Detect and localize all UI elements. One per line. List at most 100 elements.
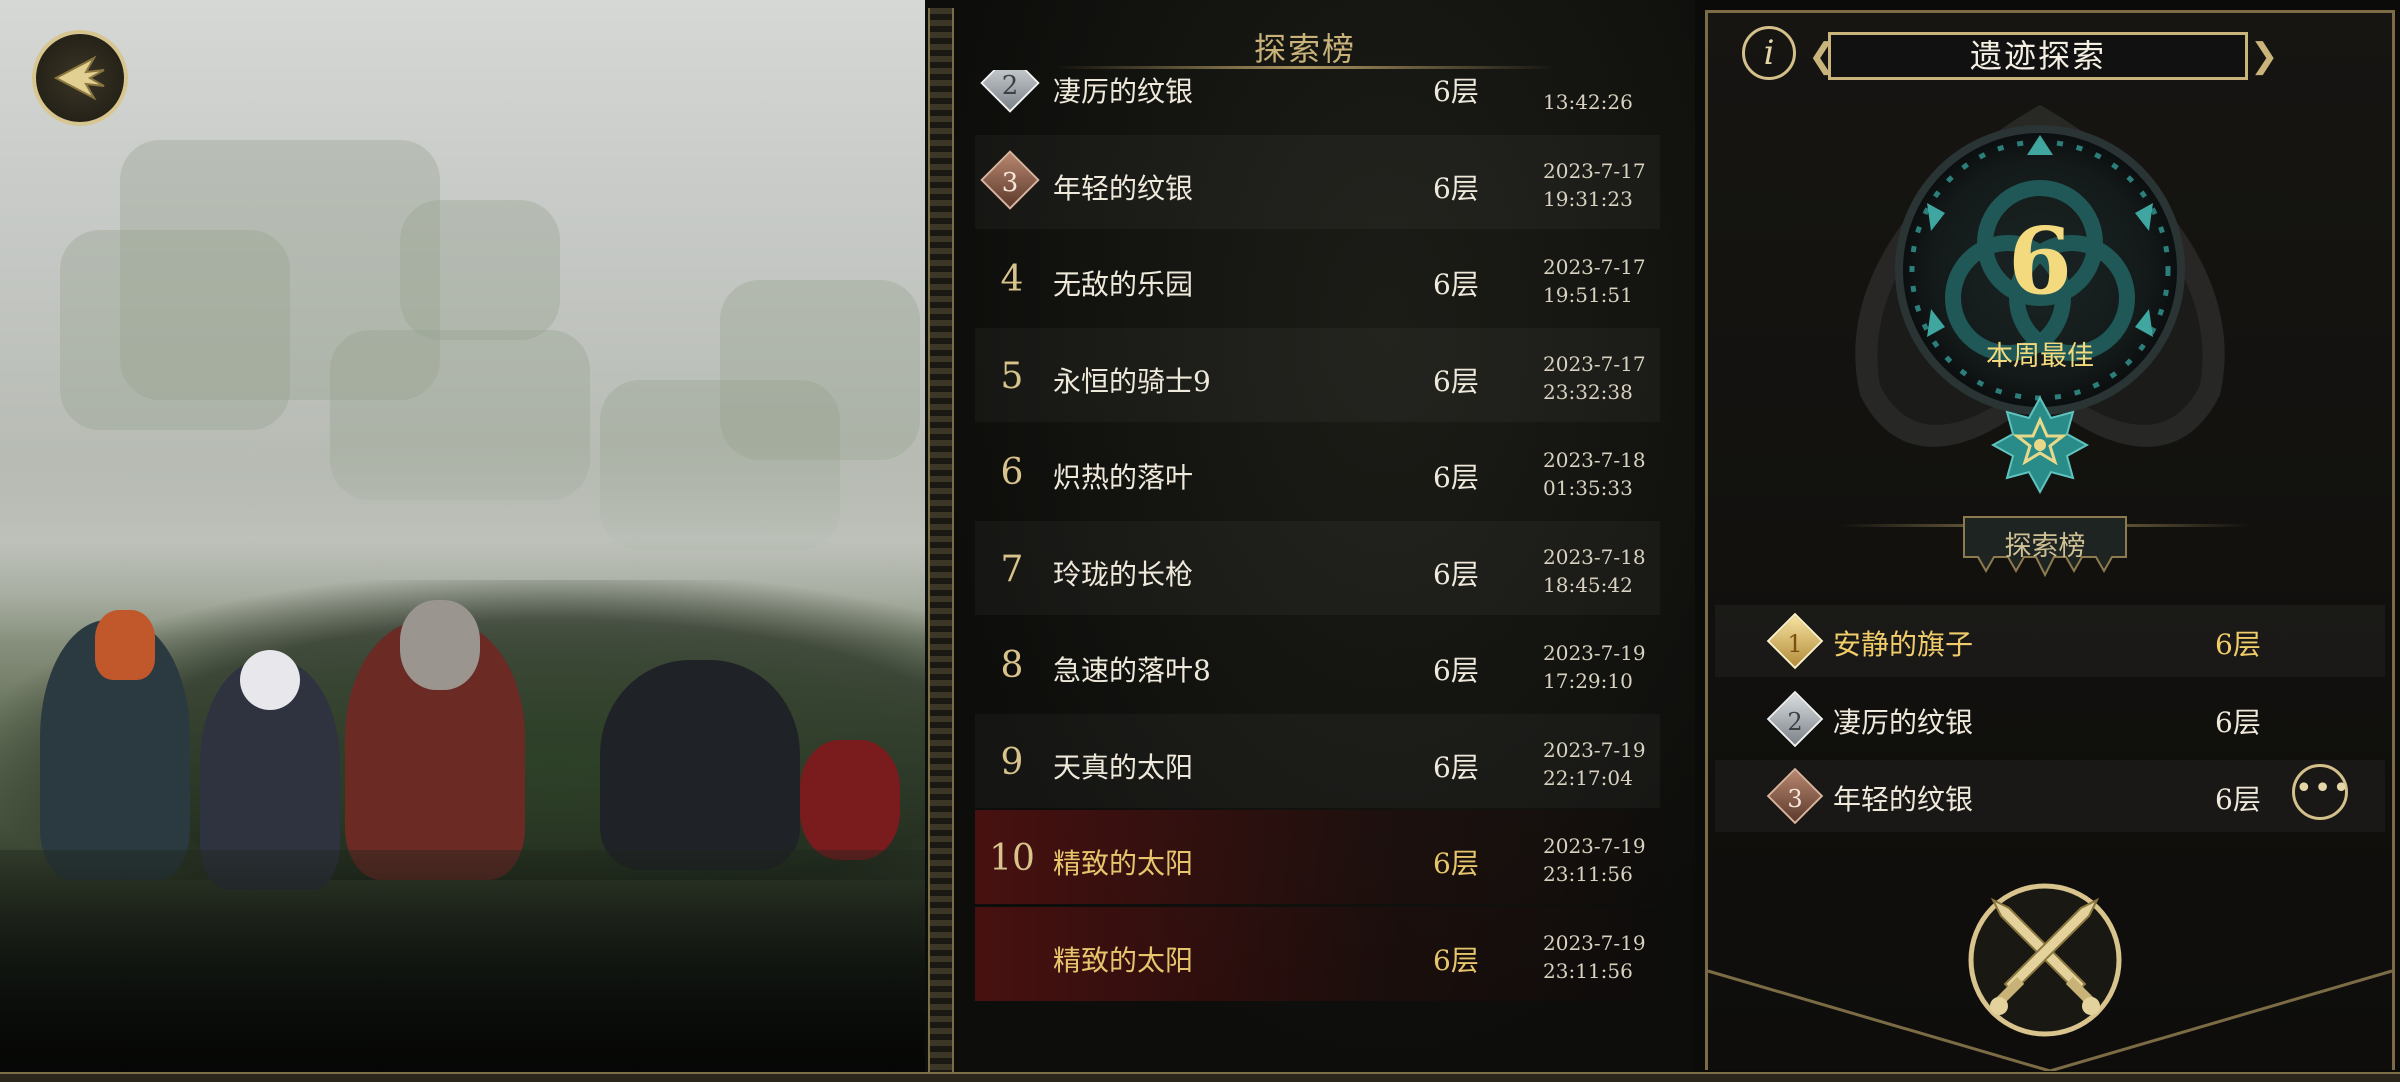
star-badge-icon xyxy=(1991,396,2089,494)
fox-head xyxy=(95,610,155,680)
boulder xyxy=(60,230,290,430)
record-time: 23:11:56 xyxy=(1543,862,1633,886)
rank-number: 9 xyxy=(1000,741,1024,783)
self-rank-row[interactable]: 精致的太阳 6层 2023-7-19 23:11:56 xyxy=(975,906,1660,1001)
player-name: 年轻的纹银 xyxy=(1053,171,1194,205)
record-time: 18:45:42 xyxy=(1543,572,1633,597)
record-time: 19:31:23 xyxy=(1543,186,1633,211)
gold-medal-icon: 1 xyxy=(1766,612,1824,670)
armored-head xyxy=(400,600,480,690)
record-timestamp: 2023-7-19 23:11:56 xyxy=(1543,929,1646,985)
boulder xyxy=(400,200,560,340)
top-rank-row[interactable]: 3 年轻的纹银 6层 xyxy=(1715,760,2385,832)
start-battle-button[interactable] xyxy=(1965,880,2125,1040)
rank-number: 4 xyxy=(1000,259,1024,300)
more-button[interactable]: ••• xyxy=(2292,764,2352,820)
player-name: 精致的太阳 xyxy=(1053,847,1194,880)
title-underline xyxy=(1055,66,1555,69)
record-timestamp: 2023-7-19 17:29:10 xyxy=(1543,639,1646,695)
silver-medal-icon: 2 xyxy=(1766,690,1824,748)
player-floors: 6层 xyxy=(1433,364,1479,398)
leaderboard-row[interactable]: 9 天真的太阳 6层 2023-7-19 22:17:04 xyxy=(975,714,1660,808)
player-floors: 6层 xyxy=(1433,557,1479,591)
mode-title: 遗迹探索 xyxy=(1828,32,2248,80)
player-name: 炽热的落叶 xyxy=(1053,461,1194,494)
player-floors: 6层 xyxy=(2215,628,2261,661)
game-scene xyxy=(0,0,925,1080)
top-rank-row[interactable]: 2 凄厉的纹银 6层 xyxy=(1715,683,2385,755)
record-date: 2023-7-19 xyxy=(1543,834,1646,858)
record-date: 2023-7-17 xyxy=(1543,158,1646,183)
player-name: 永恒的骑士9 xyxy=(1053,364,1211,398)
panel-leaderboard-title: 探索榜 xyxy=(2004,531,2086,562)
leaderboard-list[interactable]: 2 凄厉的纹银 6层 13:42:26 3 年轻的纹银 6层 2023-7-17 19:31:2… xyxy=(975,70,1660,1030)
more-icon: ••• xyxy=(2295,771,2352,806)
record-time: 23:11:56 xyxy=(1543,958,1633,983)
player-name: 凄厉的纹银 xyxy=(1833,706,1974,739)
best-floor-value: 6 xyxy=(2007,207,2072,315)
chevron-right-icon: ❯ xyxy=(2250,36,2279,76)
leaderboard-row[interactable]: 6 炽热的落叶 6层 2023-7-18 01:35:33 xyxy=(975,424,1660,518)
back-button[interactable] xyxy=(32,30,128,126)
player-name: 玲珑的长枪 xyxy=(1053,557,1194,591)
hooded-character xyxy=(600,660,800,870)
bronze-medal-icon: 3 xyxy=(1766,767,1824,825)
player-floors: 6层 xyxy=(2215,706,2261,739)
player-name: 无敌的乐园 xyxy=(1053,268,1194,301)
player-floors: 6层 xyxy=(1433,461,1479,494)
player-floors: 6层 xyxy=(1433,75,1479,108)
silver-medal-icon: 2 xyxy=(980,70,1040,113)
record-date: 2023-7-19 xyxy=(1543,737,1646,762)
player-floors: 6层 xyxy=(1433,654,1479,687)
leaderboard-row[interactable]: 4 无敌的乐园 6层 2023-7-17 19:51:51 xyxy=(975,231,1660,325)
rank-number: 7 xyxy=(1000,548,1024,590)
rank-number: 5 xyxy=(1000,355,1024,397)
record-time: 17:29:10 xyxy=(1543,669,1633,693)
bronze-medal-icon: 3 xyxy=(980,149,1040,210)
player-floors: 6层 xyxy=(2215,783,2261,816)
rank-number: 8 xyxy=(1000,645,1024,686)
player-floors: 6层 xyxy=(1433,171,1479,205)
record-date xyxy=(1543,70,1633,88)
leaderboard-row[interactable]: 3 年轻的纹银 6层 2023-7-17 19:31:23 xyxy=(975,135,1660,229)
player-name: 天真的太阳 xyxy=(1053,750,1194,784)
record-timestamp: 13:42:26 xyxy=(1543,70,1633,116)
record-time: 13:42:26 xyxy=(1543,90,1633,114)
player-floors: 6层 xyxy=(1433,943,1479,977)
player-floors: 6层 xyxy=(1433,750,1479,784)
record-timestamp: 2023-7-18 01:35:33 xyxy=(1543,446,1646,502)
record-date: 2023-7-18 xyxy=(1543,544,1646,569)
leaderboard-row[interactable]: 8 急速的落叶8 6层 2023-7-19 17:29:10 xyxy=(975,617,1660,711)
player-name: 急速的落叶8 xyxy=(1053,654,1211,687)
record-timestamp: 2023-7-17 19:31:23 xyxy=(1543,157,1646,213)
record-timestamp: 2023-7-19 22:17:04 xyxy=(1543,736,1646,792)
record-timestamp: 2023-7-17 23:32:38 xyxy=(1543,350,1646,406)
player-name: 精致的太阳 xyxy=(1053,943,1194,977)
record-timestamp: 2023-7-19 23:11:56 xyxy=(1543,832,1646,888)
record-time: 19:51:51 xyxy=(1543,283,1633,307)
player-name: 安静的旗子 xyxy=(1833,628,1974,661)
leaderboard-row[interactable]: 2 凄厉的纹银 6层 13:42:26 xyxy=(975,70,1660,132)
boulder xyxy=(720,280,920,460)
top-rank-row[interactable]: 1 安静的旗子 6层 xyxy=(1715,605,2385,677)
record-time: 01:35:33 xyxy=(1543,476,1633,500)
record-date: 2023-7-19 xyxy=(1543,930,1646,955)
record-time: 22:17:04 xyxy=(1543,765,1633,790)
leaderboard-row[interactable]: 5 永恒的骑士9 6层 2023-7-17 23:32:38 xyxy=(975,328,1660,422)
best-floor-label: 本周最佳 xyxy=(1986,341,2094,372)
leaderboard-row[interactable]: 10 精致的太阳 6层 2023-7-19 23:11:56 xyxy=(975,810,1660,904)
leaderboard-row[interactable]: 7 玲珑的长枪 6层 2023-7-18 18:45:42 xyxy=(975,521,1660,615)
record-timestamp: 2023-7-17 19:51:51 xyxy=(1543,253,1646,309)
bottom-border xyxy=(0,1072,2400,1082)
panda-head xyxy=(240,650,300,710)
record-date: 2023-7-17 xyxy=(1543,351,1646,376)
player-floors: 6层 xyxy=(1433,847,1479,880)
player-name: 凄厉的纹银 xyxy=(1053,75,1194,108)
leaderboard-title: 探索榜 xyxy=(1253,30,1356,68)
red-bag xyxy=(800,740,900,860)
record-date: 2023-7-17 xyxy=(1543,255,1646,279)
record-timestamp: 2023-7-18 18:45:42 xyxy=(1543,543,1646,599)
rank-number: 6 xyxy=(1000,452,1024,493)
info-button[interactable]: i xyxy=(1742,26,1796,80)
record-time: 23:32:38 xyxy=(1543,379,1633,404)
